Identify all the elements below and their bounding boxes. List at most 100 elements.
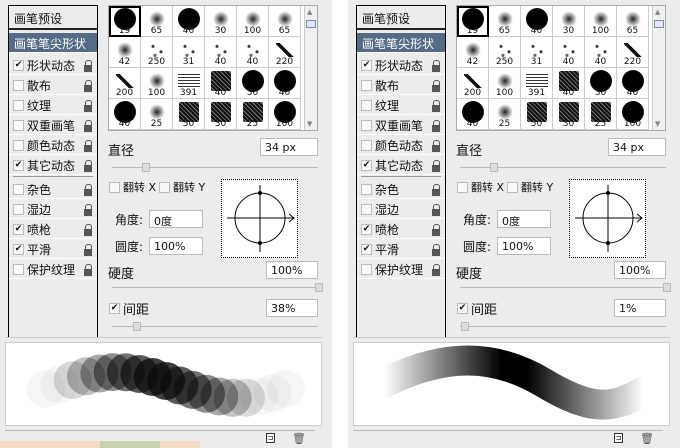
brush-tip[interactable]: 25 bbox=[237, 99, 269, 130]
lock-icon[interactable] bbox=[83, 203, 93, 216]
brush-tip[interactable]: 30 bbox=[553, 6, 585, 37]
trash-icon[interactable]: 🗑 bbox=[292, 432, 306, 445]
hardness-slider[interactable] bbox=[460, 283, 671, 292]
brush-tip[interactable]: 250 bbox=[489, 37, 521, 68]
checkbox[interactable] bbox=[13, 204, 24, 215]
checkbox[interactable] bbox=[361, 140, 372, 151]
settings-item[interactable]: 颜色动态 bbox=[357, 135, 445, 155]
diameter-slider[interactable] bbox=[112, 163, 318, 172]
brush-tip[interactable]: 65 bbox=[269, 6, 301, 37]
brush-tip[interactable]: 65 bbox=[489, 6, 521, 37]
slider-thumb[interactable] bbox=[461, 322, 469, 331]
lock-icon[interactable] bbox=[83, 59, 93, 72]
scrollbar[interactable]: ▲ ▼ bbox=[304, 6, 317, 130]
checkbox[interactable] bbox=[361, 264, 372, 275]
roundness-input[interactable]: 100% bbox=[149, 237, 203, 255]
brush-tip[interactable]: 40 bbox=[617, 68, 649, 99]
brush-tip[interactable]: 25 bbox=[585, 99, 617, 130]
brush-tip[interactable]: 30 bbox=[553, 99, 585, 130]
checkbox[interactable] bbox=[361, 80, 372, 91]
settings-item[interactable]: ✔ 平滑 bbox=[9, 239, 97, 259]
lock-icon[interactable] bbox=[431, 59, 441, 72]
brush-tip[interactable]: 220 bbox=[617, 37, 649, 68]
checkbox[interactable] bbox=[13, 120, 24, 131]
settings-item[interactable]: ✔ 其它动态 bbox=[357, 155, 445, 175]
brush-tip[interactable]: 100 bbox=[617, 99, 649, 130]
settings-item[interactable]: 画笔笔尖形状 bbox=[9, 33, 97, 53]
brush-tip[interactable]: 30 bbox=[205, 99, 237, 130]
flip-x-checkbox[interactable] bbox=[109, 181, 120, 193]
checkbox[interactable]: ✔ bbox=[13, 224, 24, 235]
checkbox[interactable]: ✔ bbox=[361, 244, 372, 255]
lock-icon[interactable] bbox=[431, 139, 441, 152]
checkbox[interactable] bbox=[13, 100, 24, 111]
brush-tip[interactable]: 40 bbox=[553, 68, 585, 99]
brush-tip[interactable]: 40 bbox=[205, 68, 237, 99]
brush-tip[interactable]: 100 bbox=[141, 68, 173, 99]
checkbox[interactable] bbox=[361, 204, 372, 215]
checkbox[interactable] bbox=[361, 120, 372, 131]
diameter-input[interactable]: 34 px bbox=[608, 138, 666, 156]
settings-item[interactable]: ✔ 喷枪 bbox=[9, 219, 97, 239]
brush-tip[interactable]: 200 bbox=[109, 68, 141, 99]
slider-thumb[interactable] bbox=[142, 163, 150, 172]
brush-tip[interactable]: 40 bbox=[237, 37, 269, 68]
lock-icon[interactable] bbox=[83, 243, 93, 256]
flip-y-checkbox[interactable] bbox=[159, 181, 171, 193]
brush-tip[interactable]: 200 bbox=[457, 68, 489, 99]
brush-tip[interactable]: 31 bbox=[173, 37, 205, 68]
brush-tip[interactable]: 25 bbox=[489, 99, 521, 130]
lock-icon[interactable] bbox=[83, 79, 93, 92]
lock-icon[interactable] bbox=[431, 99, 441, 112]
checkbox[interactable] bbox=[13, 80, 24, 91]
angle-input[interactable]: 0度 bbox=[149, 210, 203, 228]
brush-tip[interactable]: 19 bbox=[457, 6, 489, 37]
checkbox[interactable]: ✔ bbox=[13, 60, 24, 71]
lock-icon[interactable] bbox=[431, 203, 441, 216]
angle-input[interactable]: 0度 bbox=[497, 210, 551, 228]
settings-item[interactable]: 画笔笔尖形状 bbox=[357, 33, 445, 53]
lock-icon[interactable] bbox=[431, 263, 441, 276]
settings-item[interactable]: 湿边 bbox=[357, 199, 445, 219]
brush-tip[interactable]: 40 bbox=[457, 99, 489, 130]
settings-item[interactable]: 双重画笔 bbox=[9, 115, 97, 135]
checkbox[interactable]: ✔ bbox=[13, 160, 24, 171]
settings-item[interactable]: 颜色动态 bbox=[9, 135, 97, 155]
brush-tip[interactable]: 40 bbox=[109, 99, 141, 130]
checkbox[interactable]: ✔ bbox=[361, 60, 372, 71]
brush-tip[interactable]: 30 bbox=[237, 68, 269, 99]
checkbox[interactable] bbox=[13, 184, 24, 195]
scrollbar[interactable]: ▲ ▼ bbox=[652, 6, 665, 130]
diameter-slider[interactable] bbox=[460, 163, 666, 172]
lock-icon[interactable] bbox=[431, 183, 441, 196]
spacing-input[interactable]: 1% bbox=[614, 299, 666, 317]
angle-roundness-editor[interactable] bbox=[221, 179, 298, 258]
spacing-slider[interactable] bbox=[460, 322, 666, 331]
settings-item[interactable]: 纹理 bbox=[9, 95, 97, 115]
trash-icon[interactable]: 🗑 bbox=[640, 432, 654, 445]
flip-x-checkbox[interactable] bbox=[457, 181, 468, 193]
settings-item[interactable]: 保护纹理 bbox=[9, 259, 97, 279]
angle-roundness-editor[interactable] bbox=[569, 179, 646, 258]
brush-presets-button[interactable]: 画笔预设 bbox=[357, 6, 445, 30]
slider-thumb[interactable] bbox=[315, 283, 323, 292]
brush-tip[interactable]: 65 bbox=[141, 6, 173, 37]
brush-presets-button[interactable]: 画笔预设 bbox=[9, 6, 97, 30]
settings-item[interactable]: 散布 bbox=[9, 75, 97, 95]
settings-item[interactable]: ✔ 其它动态 bbox=[9, 155, 97, 175]
lock-icon[interactable] bbox=[83, 99, 93, 112]
lock-icon[interactable] bbox=[431, 119, 441, 132]
brush-tip[interactable]: 40 bbox=[585, 37, 617, 68]
brush-tip[interactable]: 19 bbox=[109, 6, 141, 37]
brush-tip[interactable]: 100 bbox=[489, 68, 521, 99]
brush-tip[interactable]: 25 bbox=[141, 99, 173, 130]
brush-tip[interactable]: 391 bbox=[173, 68, 205, 99]
new-brush-icon[interactable]: ⊐ bbox=[614, 433, 623, 443]
lock-icon[interactable] bbox=[431, 223, 441, 236]
slider-thumb[interactable] bbox=[133, 322, 141, 331]
lock-icon[interactable] bbox=[83, 159, 93, 172]
checkbox[interactable] bbox=[361, 100, 372, 111]
lock-icon[interactable] bbox=[83, 263, 93, 276]
brush-tip[interactable]: 100 bbox=[237, 6, 269, 37]
brush-tip[interactable]: 30 bbox=[585, 68, 617, 99]
